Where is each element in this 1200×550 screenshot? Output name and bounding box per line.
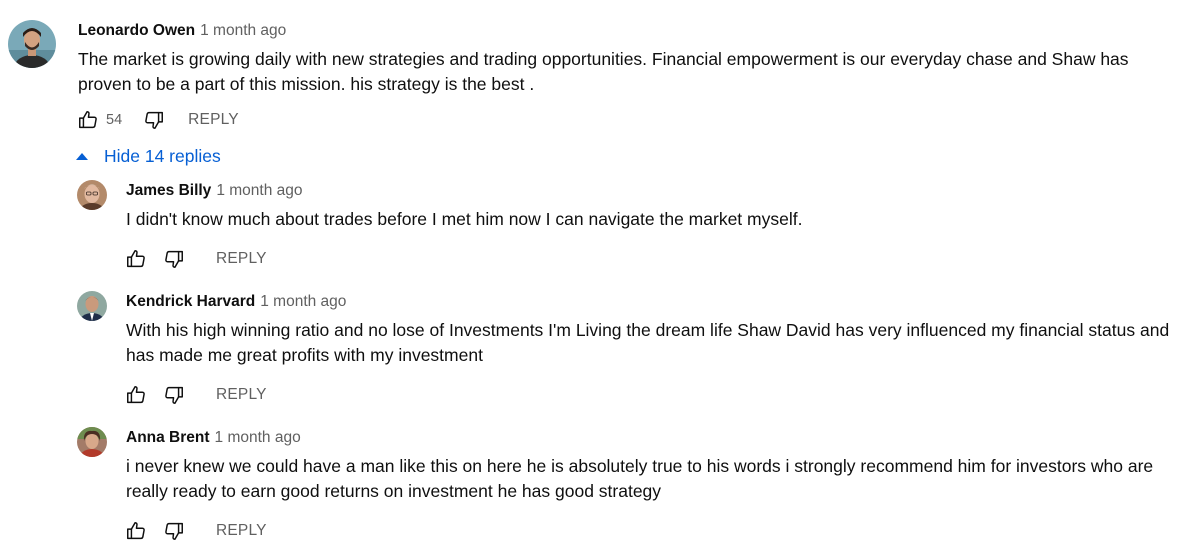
like-count: 54 bbox=[106, 112, 123, 128]
comment-text: I didn't know much about trades before I… bbox=[126, 209, 803, 229]
dislike-button[interactable] bbox=[162, 383, 186, 407]
dislike-button[interactable] bbox=[142, 108, 166, 132]
reply-button[interactable]: REPLY bbox=[216, 250, 267, 268]
comment-header: Anna Brent 1 month ago bbox=[126, 428, 301, 448]
comment-header: Leonardo Owen 1 month ago bbox=[78, 21, 286, 41]
comment-timestamp[interactable]: 1 month ago bbox=[260, 293, 346, 310]
thumbs-down-icon bbox=[145, 111, 164, 129]
like-button[interactable] bbox=[124, 247, 148, 271]
avatar[interactable] bbox=[77, 180, 107, 210]
comment-text: The market is growing daily with new str… bbox=[78, 49, 1129, 94]
hide-replies-button[interactable]: Hide 14 replies bbox=[74, 143, 221, 169]
thumbs-up-icon bbox=[127, 386, 145, 404]
author-name[interactable]: Kendrick Harvard bbox=[126, 293, 255, 310]
avatar[interactable] bbox=[8, 20, 56, 68]
reply-button[interactable]: REPLY bbox=[188, 111, 239, 129]
thumbs-down-icon bbox=[165, 522, 183, 540]
comment-header: Kendrick Harvard 1 month ago bbox=[126, 292, 346, 312]
thumbs-up-icon bbox=[127, 522, 145, 540]
comment-actions: 54 REPLY bbox=[76, 108, 239, 132]
thumbs-up-icon bbox=[79, 111, 97, 129]
comment-actions: REPLY bbox=[124, 247, 267, 271]
like-button[interactable] bbox=[124, 383, 148, 407]
comment-timestamp[interactable]: 1 month ago bbox=[200, 22, 286, 39]
avatar[interactable] bbox=[77, 427, 107, 457]
caret-up-icon bbox=[76, 152, 88, 160]
author-name[interactable]: Leonardo Owen bbox=[78, 22, 195, 39]
comment-text: i never knew we could have a man like th… bbox=[126, 456, 1154, 501]
comment-timestamp[interactable]: 1 month ago bbox=[216, 182, 302, 199]
comment-header: James Billy 1 month ago bbox=[126, 181, 303, 201]
avatar[interactable] bbox=[77, 291, 107, 321]
comment-actions: REPLY bbox=[124, 383, 267, 407]
dislike-button[interactable] bbox=[162, 519, 186, 543]
dislike-button[interactable] bbox=[162, 247, 186, 271]
comment-text: With his high winning ratio and no lose … bbox=[126, 320, 1170, 365]
like-button[interactable] bbox=[124, 519, 148, 543]
author-name[interactable]: Anna Brent bbox=[126, 429, 210, 446]
author-name[interactable]: James Billy bbox=[126, 182, 211, 199]
reply-button[interactable]: REPLY bbox=[216, 522, 267, 540]
thumbs-down-icon bbox=[165, 250, 183, 268]
reply-button[interactable]: REPLY bbox=[216, 386, 267, 404]
comment-actions: REPLY bbox=[124, 519, 267, 543]
thumbs-down-icon bbox=[165, 386, 183, 404]
like-button[interactable] bbox=[76, 108, 100, 132]
hide-replies-label: Hide 14 replies bbox=[104, 145, 221, 166]
comment-timestamp[interactable]: 1 month ago bbox=[215, 429, 301, 446]
thumbs-up-icon bbox=[127, 250, 145, 268]
